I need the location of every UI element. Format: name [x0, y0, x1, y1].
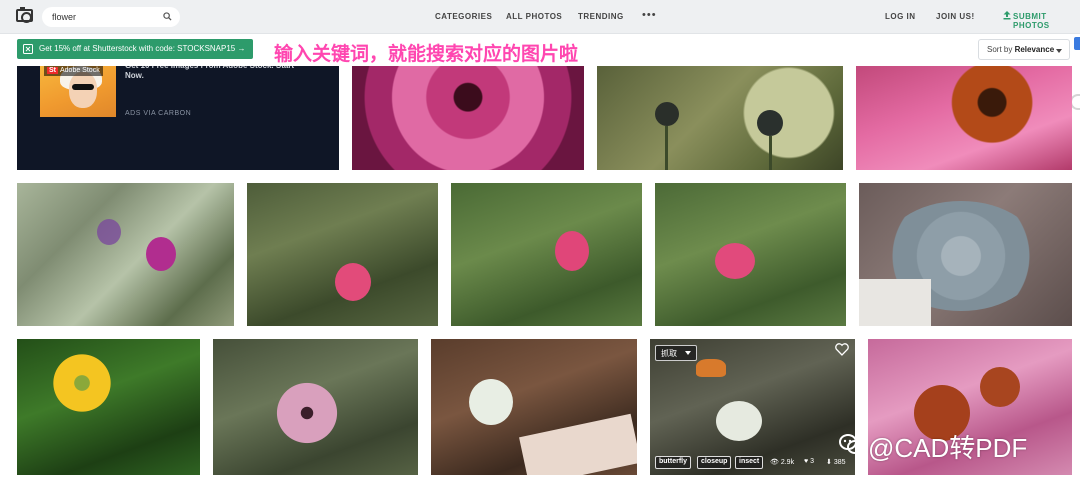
heart-icon[interactable] [835, 343, 849, 356]
more-icon[interactable]: ••• [642, 9, 657, 21]
camera-logo-icon[interactable] [16, 7, 33, 23]
search-box[interactable] [42, 7, 180, 27]
chevron-down-icon [685, 351, 691, 355]
watermark: @CAD转PDF [838, 428, 1070, 463]
side-tab[interactable] [1074, 37, 1080, 50]
nav-log-in[interactable]: LOG IN [885, 12, 916, 21]
likes-count: ♥ 3 [804, 458, 815, 465]
watermark-text: @CAD转PDF [868, 433, 1028, 463]
photo-coneflower-bee[interactable] [856, 66, 1072, 170]
sort-dropdown[interactable]: Sort by Relevance [978, 39, 1070, 60]
photo-bouquet-vase[interactable] [431, 339, 637, 475]
carbon-ad[interactable]: StAdobe Stock Get 10 Free Images From Ad… [17, 66, 339, 170]
upload-icon[interactable] [1003, 11, 1011, 20]
views-count: 👁 2.9k [770, 459, 795, 466]
download-icon: ⬇ [826, 459, 832, 466]
chevron-down-icon [1056, 49, 1062, 53]
photo-wild-geranium[interactable] [17, 183, 234, 326]
ad-via[interactable]: ADS VIA CARBON [125, 110, 191, 117]
photo-pink-bud-1[interactable] [247, 183, 438, 326]
photo-pink-dahlia[interactable] [352, 66, 584, 170]
sort-value: Relevance [1014, 45, 1055, 54]
photo-pink-bud-2[interactable] [451, 183, 642, 326]
capture-button[interactable]: 抓取 [655, 345, 697, 361]
adobe-stock-badge: St Adobe Stock [44, 66, 103, 76]
promo-text: Get 15% off at Shutterstock with code: S… [39, 44, 246, 53]
photo-anemone[interactable] [213, 339, 418, 475]
tag-closeup[interactable]: closeup [697, 456, 732, 469]
ad-image[interactable]: St Adobe Stock [40, 66, 116, 117]
ad-title[interactable]: Get 10 Free Images From Adobe Stock. Sta… [125, 66, 310, 81]
nav-all-photos[interactable]: ALL PHOTOS [506, 12, 562, 21]
watermark-logo [839, 434, 863, 454]
photo-anemone-buds[interactable] [597, 66, 843, 170]
tag-butterfly[interactable]: butterfly [655, 456, 691, 469]
nav-categories[interactable]: CATEGORIES [435, 12, 492, 21]
coupon-icon [23, 44, 33, 54]
sort-label: Sort by Relevance [987, 45, 1055, 54]
photo-succulent[interactable] [859, 183, 1072, 326]
photo-buttercup[interactable] [17, 339, 200, 475]
search-input[interactable] [52, 10, 152, 24]
photo-pink-bud-3[interactable] [655, 183, 846, 326]
tag-insect[interactable]: insect [735, 456, 764, 469]
nav-trending[interactable]: TRENDING [578, 12, 624, 21]
annotation-caption: 输入关键词，就能搜索对应的图片啦 [274, 44, 579, 65]
top-navigation-bar: CATEGORIES ALL PHOTOS TRENDING ••• LOG I… [0, 0, 1080, 34]
heart-small-icon: ♥ [804, 458, 809, 465]
nav-join-us[interactable]: JOIN US! [936, 12, 975, 21]
promo-banner[interactable]: Get 15% off at Shutterstock with code: S… [17, 39, 253, 59]
eye-icon: 👁 [770, 459, 779, 466]
submit-photos-link[interactable]: SUBMIT PHOTOS [1013, 12, 1080, 30]
search-icon[interactable] [163, 12, 172, 21]
